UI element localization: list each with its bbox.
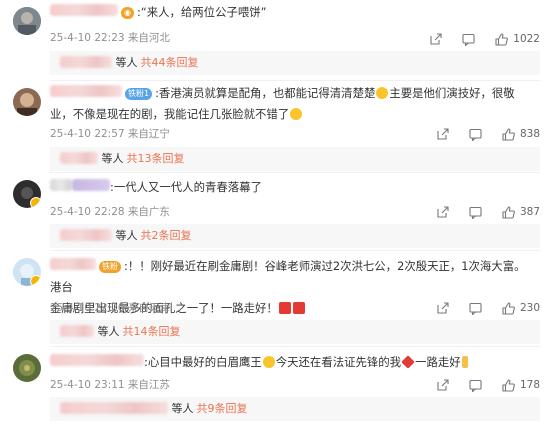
view-replies-link[interactable]: 共13条回复 (127, 152, 185, 165)
share-icon[interactable] (429, 32, 442, 46)
comment-text: :心目中最好的白眉鹰王 (144, 355, 262, 369)
view-replies-link[interactable]: 共2条回复 (141, 229, 192, 242)
comment-text: 今天还在看法证先锋的我 (275, 355, 402, 369)
avatar[interactable] (13, 354, 41, 382)
crying-emoji-icon (262, 356, 275, 368)
share-icon[interactable] (436, 378, 449, 392)
comment-text: 业，不像是现在的剧，我能记住几张脸就不错了 (50, 107, 290, 121)
view-replies-link[interactable]: 共14条回复 (123, 325, 181, 338)
candle-emoji-icon (461, 356, 468, 368)
like-count: 1022 (513, 33, 540, 45)
username[interactable] (50, 354, 144, 366)
share-icon[interactable] (436, 127, 449, 141)
replies-bar[interactable]: 等人 共14条回复 (50, 320, 540, 344)
comment-actions: 230 (416, 300, 540, 316)
username[interactable] (72, 179, 110, 191)
username[interactable] (50, 179, 72, 191)
reply-prefix: 等人 (101, 152, 124, 165)
comment-meta: 25-4-10 22:20 来自天津 (50, 302, 170, 314)
comment-meta: 25-4-10 22:57 来自辽宁 (50, 128, 170, 140)
reply-prefix: 等人 (97, 325, 120, 338)
verified-badge-icon (30, 275, 41, 286)
like-icon[interactable] (502, 127, 515, 141)
comment-text: :“来人，给两位公子喂饼” (136, 5, 267, 19)
comment-meta: 25-4-10 22:28 来自广东 (50, 206, 170, 218)
fan-badge: ◉ (121, 7, 134, 19)
username[interactable] (50, 4, 118, 16)
reply-users (60, 402, 168, 414)
reply-prefix: 等人 (171, 402, 194, 415)
avatar[interactable] (13, 7, 41, 35)
comment-text-line: 铁粉1:香港演员就算是配角，也都能记得清清楚楚 主要是他们演技好，很敬 业，不像是… (50, 83, 526, 125)
gift-emoji-icon (278, 302, 291, 314)
like-count: 178 (519, 379, 540, 391)
replies-bar[interactable]: 等人 共44条回复 (50, 51, 540, 75)
comment-actions: 178 (416, 377, 540, 393)
reply-users (60, 229, 112, 241)
username[interactable] (50, 258, 96, 270)
broken-heart-icon (401, 355, 415, 369)
divider (50, 250, 540, 251)
like-count: 230 (519, 302, 540, 314)
like-count: 387 (519, 206, 540, 218)
fan-badge: 铁粉1 (125, 88, 153, 100)
comment-text: :一代人又一代人的青春落幕了 (110, 180, 262, 194)
gift-emoji-icon (292, 302, 305, 314)
share-icon[interactable] (436, 301, 449, 315)
reply-users (60, 56, 112, 68)
avatar[interactable] (13, 180, 41, 208)
replies-bar[interactable]: 等人 共2条回复 (50, 224, 540, 248)
replies-bar[interactable]: 等人 共9条回复 (50, 397, 540, 421)
share-icon[interactable] (436, 205, 449, 219)
like-icon[interactable] (502, 205, 515, 219)
comment-meta: 25-4-10 22:23 来自河北 (50, 32, 170, 44)
comment-text-line: ◉:“来人，给两位公子喂饼” (50, 2, 526, 23)
comment-icon[interactable] (462, 33, 475, 46)
comment-actions: 387 (416, 204, 540, 220)
avatar[interactable] (13, 258, 41, 286)
divider (50, 80, 540, 81)
comment-actions: 838 (416, 126, 540, 142)
replies-bar[interactable]: 等人 共13条回复 (50, 147, 540, 171)
fan-badge: 铁粉 (99, 261, 121, 273)
divider (50, 172, 540, 173)
comment-text: 主要是他们演技好，很敬 (389, 86, 515, 100)
avatar[interactable] (13, 88, 41, 116)
view-replies-link[interactable]: 共9条回复 (197, 402, 248, 415)
crying-emoji-icon (290, 108, 303, 120)
verified-badge-icon (30, 197, 41, 208)
comment-icon[interactable] (469, 302, 482, 315)
comment-icon[interactable] (469, 128, 482, 141)
crying-emoji-icon (376, 87, 389, 99)
reply-prefix: 等人 (115, 229, 138, 242)
reply-prefix: 等人 (115, 56, 138, 69)
username[interactable] (50, 85, 122, 97)
reply-users (60, 325, 94, 337)
like-icon[interactable] (502, 378, 515, 392)
comment-actions: 1022 (409, 31, 540, 47)
reply-users (60, 152, 98, 164)
comment-meta: 25-4-10 23:11 来自江苏 (50, 379, 170, 391)
view-replies-link[interactable]: 共44条回复 (141, 56, 199, 69)
comment-text: 一路走好 (415, 355, 461, 369)
comment-icon[interactable] (469, 206, 482, 219)
like-icon[interactable] (495, 32, 509, 46)
comment-text: :！！刚好最近在刷金庸剧！谷峰老师演过2次洪七公，2次殷天正，1次海大富。港台 (50, 259, 526, 294)
comment-text-line: :一代人又一代人的青春落幕了 (50, 177, 526, 198)
like-icon[interactable] (502, 301, 515, 315)
comment-text-line: :心目中最好的白眉鹰王 今天还在看法证先锋的我 一路走好 (50, 352, 526, 373)
like-count: 838 (519, 128, 540, 140)
divider (50, 346, 540, 347)
comment-icon[interactable] (469, 379, 482, 392)
comment-text: :香港演员就算是配角，也都能记得清清楚楚 (155, 86, 376, 100)
